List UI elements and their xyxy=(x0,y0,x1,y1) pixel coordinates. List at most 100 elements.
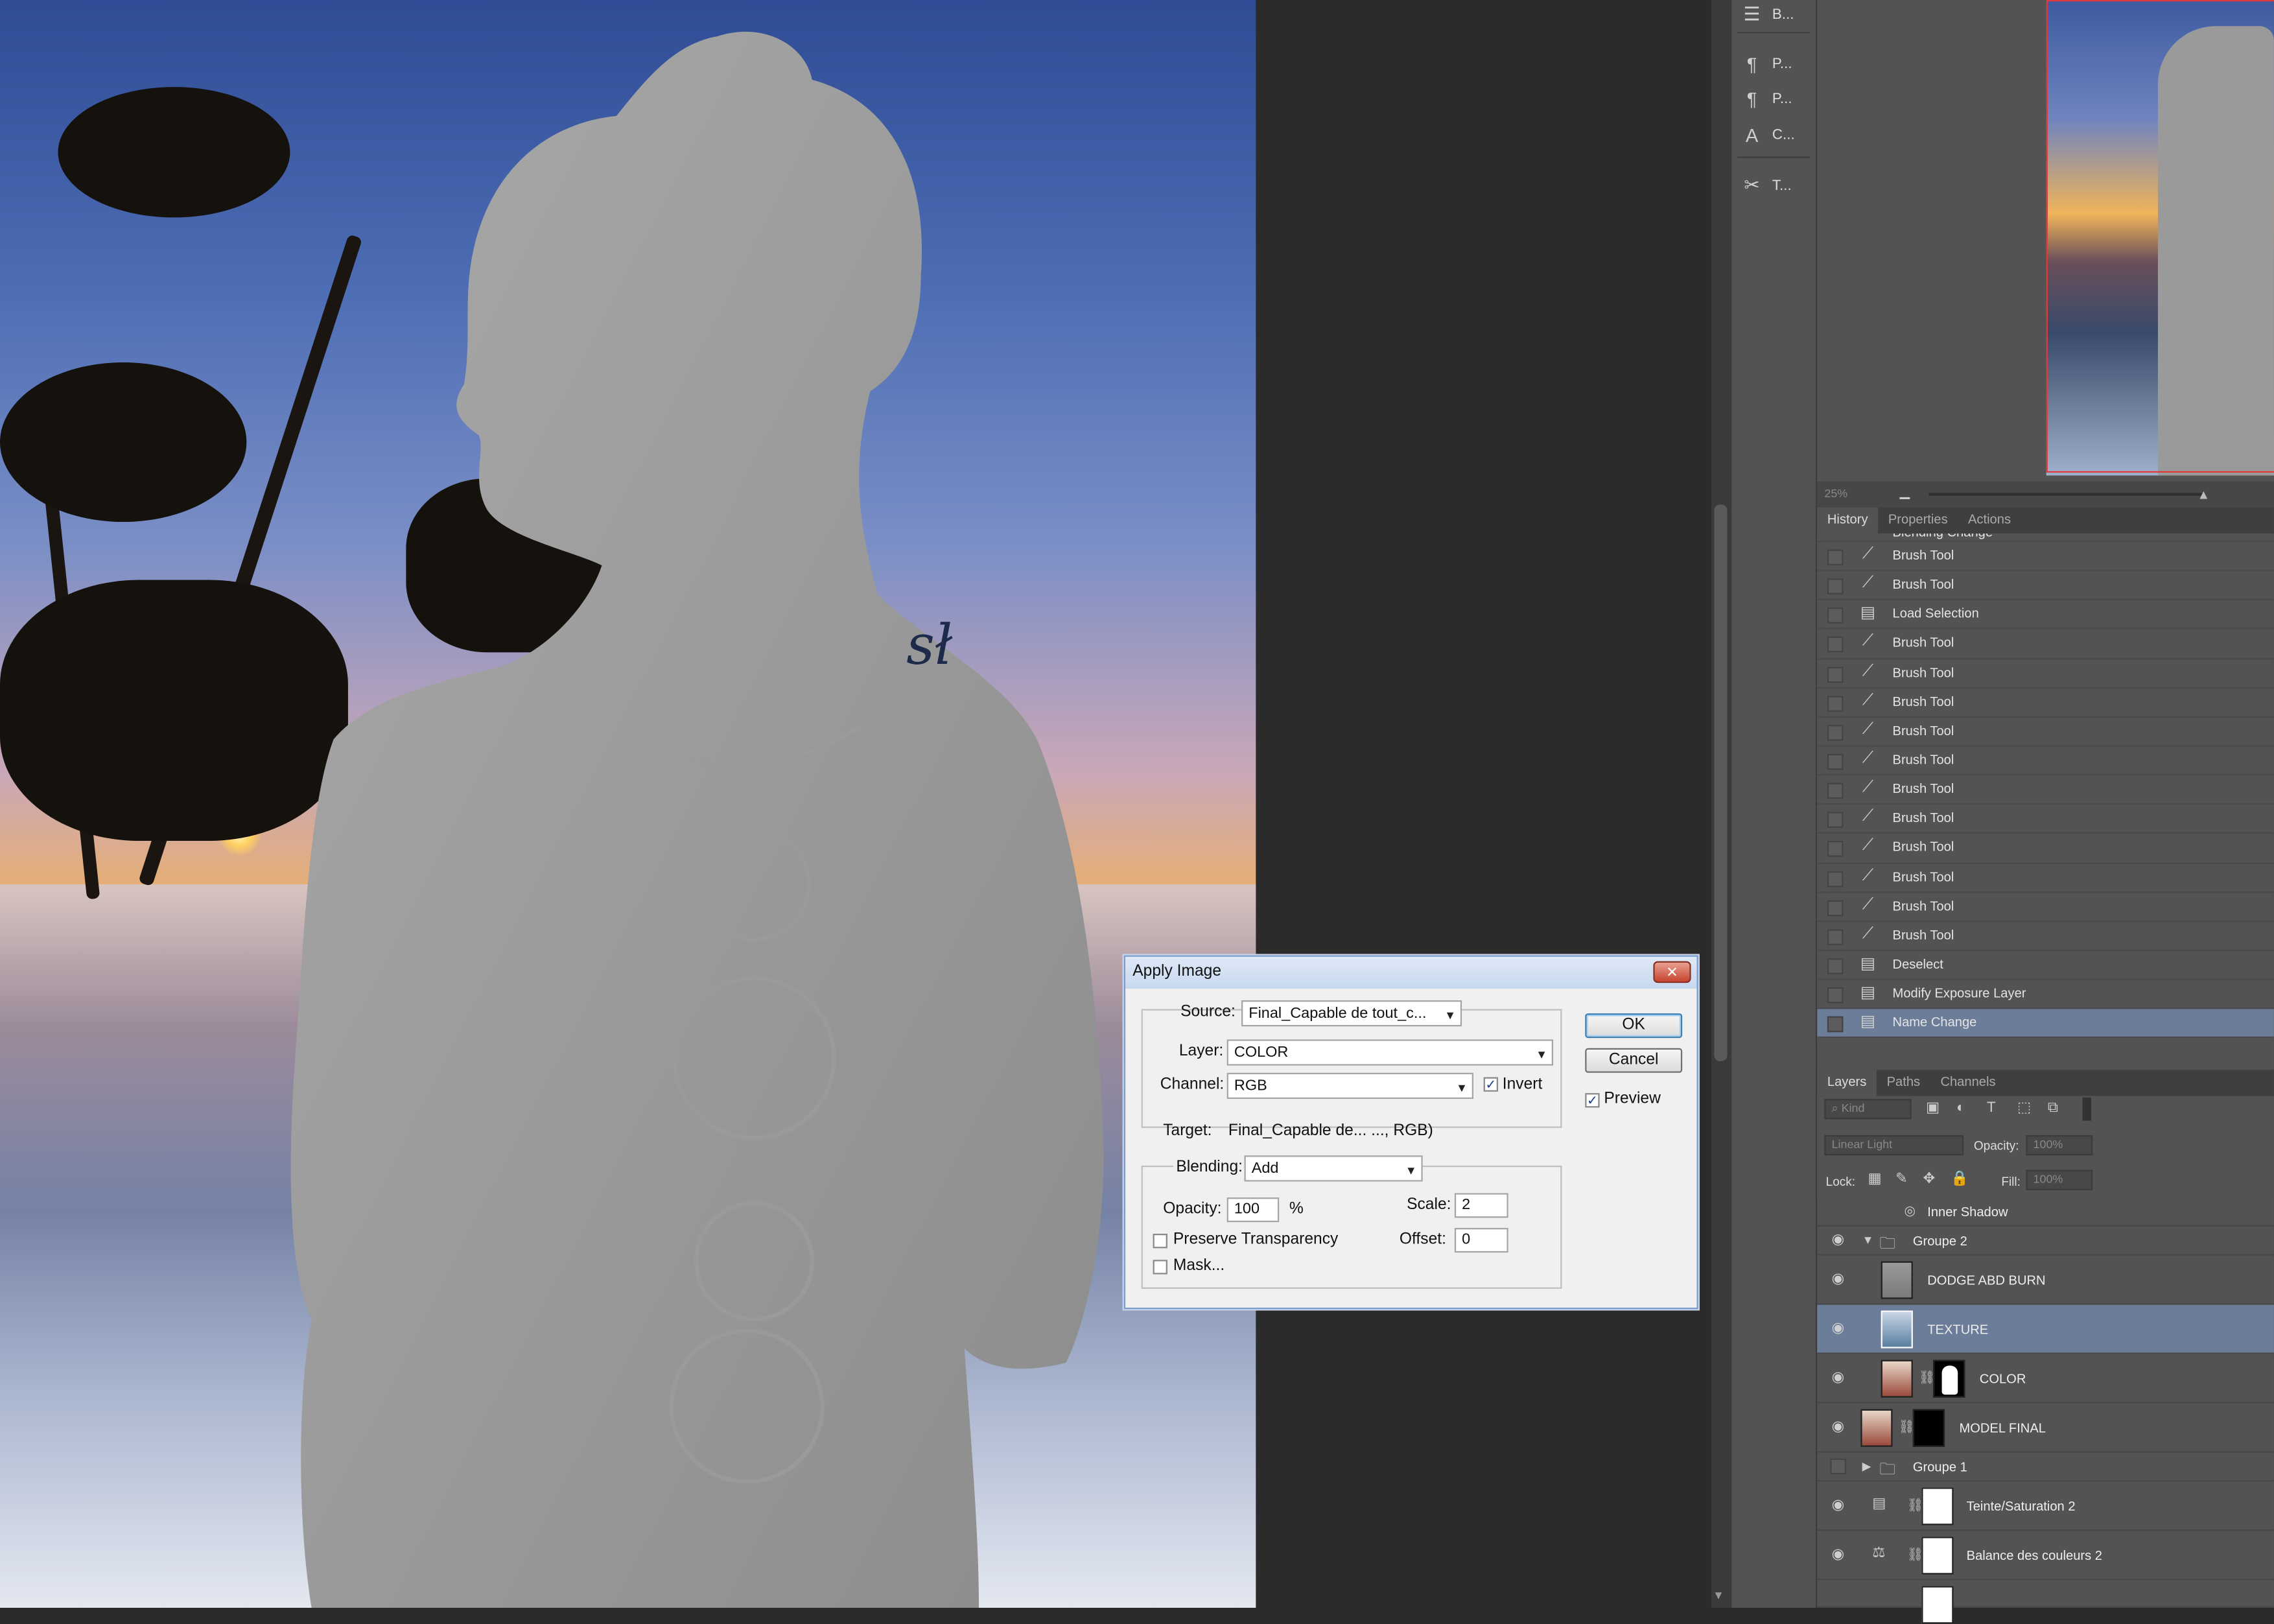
chevron-down-icon[interactable]: ▼ xyxy=(1456,1081,1468,1094)
history-item[interactable]: ▤ Modify Exposure Layer xyxy=(1817,980,2274,1009)
scrollbar-thumb[interactable] xyxy=(1714,504,1728,1061)
zoom-slider-knob[interactable]: ▲ xyxy=(2197,487,2210,501)
eye-icon[interactable]: ◉ xyxy=(1832,1271,1845,1288)
snapshot-source-checkbox[interactable] xyxy=(1827,549,1844,566)
filter-shape-icon[interactable]: ⬚ xyxy=(2017,1100,2031,1116)
layer-fill-field[interactable]: 100% xyxy=(2026,1170,2093,1190)
history-item[interactable]: ⟋ Brush Tool xyxy=(1817,630,2274,659)
history-item[interactable]: ▤ Name Change xyxy=(1817,1009,2274,1039)
dialog-titlebar[interactable]: Apply Image ✕ xyxy=(1125,956,1697,989)
eye-icon[interactable]: ◉ xyxy=(1832,1232,1845,1249)
eye-icon[interactable]: ◉ xyxy=(1832,1547,1845,1563)
layer-row-color[interactable]: ◉ ⛓ COLOR xyxy=(1817,1354,2274,1404)
layer-row-balance-couleurs[interactable]: ◉ ⚖ ⛓ Balance des couleurs 2 xyxy=(1817,1531,2274,1581)
layer-mask-thumbnail[interactable] xyxy=(1921,1586,1954,1624)
preserve-transparency-checkbox[interactable] xyxy=(1153,1234,1167,1249)
layer-row-groupe-1[interactable]: ▶ 🗀 Groupe 1 xyxy=(1817,1453,2274,1482)
snapshot-source-checkbox[interactable] xyxy=(1827,870,1844,887)
source-select[interactable]: Final_Capable de tout_c... xyxy=(1241,1000,1462,1027)
chevron-down-icon[interactable]: ▼ xyxy=(1444,1009,1456,1022)
offset-input[interactable]: 0 xyxy=(1454,1228,1508,1253)
snapshot-source-checkbox[interactable] xyxy=(1827,812,1844,829)
lock-transparent-icon[interactable]: ▦ xyxy=(1868,1171,1882,1188)
history-item[interactable]: ⟋ Brush Tool xyxy=(1817,893,2274,922)
snapshot-source-checkbox[interactable] xyxy=(1827,929,1844,945)
history-list[interactable]: Blending Change ⟋ Brush Tool ⟋ Brush Tool ▤ L… xyxy=(1817,533,2274,1044)
layer-select[interactable]: COLOR xyxy=(1226,1039,1554,1066)
zoom-slider[interactable] xyxy=(1928,493,2205,496)
filter-type-icon[interactable]: T xyxy=(1987,1100,1996,1116)
layer-row-texture[interactable]: ◉ TEXTURE xyxy=(1817,1304,2274,1354)
close-icon[interactable]: ✕ xyxy=(1653,961,1691,983)
layer-row-teinte-saturation[interactable]: ◉ ▤ ⛓ Teinte/Saturation 2 xyxy=(1817,1481,2274,1531)
blending-select[interactable]: Add xyxy=(1244,1155,1423,1182)
layer-mask-thumbnail[interactable] xyxy=(1921,1487,1954,1525)
paragraph-styles-panel-button[interactable]: ¶ P... xyxy=(1741,84,1810,113)
filter-smart-object-icon[interactable]: ⧉ xyxy=(2048,1100,2058,1116)
tool-presets-panel-button[interactable]: ✂ T... xyxy=(1741,171,1810,200)
snapshot-source-checkbox[interactable] xyxy=(1827,637,1844,653)
navigator-zoom-value[interactable]: 25% xyxy=(1824,487,1847,500)
chevron-down-icon[interactable]: ▼ xyxy=(1405,1164,1417,1177)
tab-layers[interactable]: Layers xyxy=(1817,1070,1877,1096)
layer-row-groupe-2[interactable]: ◉ ▼ 🗀 Groupe 2 xyxy=(1817,1227,2274,1256)
layer-opacity-field[interactable]: 100% xyxy=(2026,1135,2093,1156)
history-item[interactable]: ⟋ Brush Tool xyxy=(1817,688,2274,718)
snapshot-source-checkbox[interactable] xyxy=(1827,753,1844,770)
eye-icon[interactable]: ◉ xyxy=(1832,1419,1845,1435)
history-item[interactable]: ▤ Load Selection xyxy=(1817,600,2274,630)
history-item[interactable]: ⟋ Brush Tool xyxy=(1817,542,2274,572)
snapshot-source-checkbox[interactable] xyxy=(1827,695,1844,712)
eye-icon[interactable]: ◉ xyxy=(1832,1498,1845,1514)
scroll-down-arrow-icon[interactable]: ▼ xyxy=(1713,1589,1724,1602)
eye-icon[interactable]: ◎ xyxy=(1904,1203,1916,1219)
cancel-button[interactable]: Cancel xyxy=(1585,1048,1683,1073)
tab-properties[interactable]: Properties xyxy=(1878,508,1958,534)
opacity-input[interactable]: 100 xyxy=(1226,1197,1280,1223)
filter-pixel-icon[interactable]: ▣ xyxy=(1926,1100,1940,1116)
snapshot-source-checkbox[interactable] xyxy=(1827,841,1844,858)
layer-mask-thumbnail[interactable] xyxy=(1933,1359,1965,1398)
history-item[interactable]: ⟋ Brush Tool xyxy=(1817,834,2274,864)
snapshot-source-checkbox[interactable] xyxy=(1827,783,1844,799)
layer-row-model-final[interactable]: ◉ ⛓ MODEL FINAL xyxy=(1817,1404,2274,1453)
layer-mask-thumbnail[interactable] xyxy=(1912,1409,1945,1447)
paragraph-panel-button[interactable]: ¶ P... xyxy=(1741,49,1810,78)
invert-checkbox[interactable]: ✓ xyxy=(1483,1077,1499,1092)
character-styles-panel-button[interactable]: A C... xyxy=(1741,121,1810,150)
snapshot-source-checkbox[interactable] xyxy=(1827,1017,1844,1033)
history-item[interactable]: ⟋ Brush Tool xyxy=(1817,747,2274,776)
snapshot-source-checkbox[interactable] xyxy=(1827,958,1844,974)
tab-actions[interactable]: Actions xyxy=(1958,508,2021,534)
navigator-view-box[interactable] xyxy=(2046,0,2274,473)
layer-row-dodge[interactable]: ◉ DODGE ABD BURN xyxy=(1817,1256,2274,1305)
lock-all-icon[interactable]: 🔒 xyxy=(1951,1171,1969,1188)
mask-checkbox[interactable] xyxy=(1153,1260,1167,1275)
history-item[interactable]: ⟋ Brush Tool xyxy=(1817,864,2274,893)
lock-pixels-icon[interactable]: ✎ xyxy=(1895,1171,1908,1188)
snapshot-source-checkbox[interactable] xyxy=(1827,578,1844,595)
history-item[interactable]: ⟋ Brush Tool xyxy=(1817,922,2274,951)
blend-mode-select[interactable]: Linear Light xyxy=(1824,1135,1964,1156)
history-item[interactable]: ⟋ Brush Tool xyxy=(1817,805,2274,834)
tab-paths[interactable]: Paths xyxy=(1877,1070,1930,1096)
history-item[interactable]: Blending Change xyxy=(1817,534,2274,543)
eye-icon[interactable]: ◉ xyxy=(1832,1370,1845,1386)
preview-checkbox[interactable]: ✓ xyxy=(1585,1093,1600,1108)
layer-effect-row[interactable]: ◎ Inner Shadow xyxy=(1817,1201,2274,1227)
layer-row-partial[interactable] xyxy=(1817,1580,2274,1624)
tab-channels[interactable]: Channels xyxy=(1930,1070,2006,1096)
snapshot-source-checkbox[interactable] xyxy=(1827,987,1844,1004)
zoom-out-icon[interactable]: ▁ xyxy=(1900,484,1910,500)
history-item[interactable]: ⟋ Brush Tool xyxy=(1817,659,2274,688)
snapshot-source-checkbox[interactable] xyxy=(1827,607,1844,624)
layer-filter-kind[interactable]: ⌕ Kind xyxy=(1824,1099,1912,1120)
ok-button[interactable]: OK xyxy=(1585,1013,1683,1039)
scale-input[interactable]: 2 xyxy=(1454,1193,1508,1218)
chevron-down-icon[interactable]: ▼ xyxy=(1862,1234,1874,1247)
filter-toggle-icon[interactable] xyxy=(2082,1097,2092,1121)
lock-position-icon[interactable]: ✥ xyxy=(1923,1171,1936,1188)
chevron-down-icon[interactable]: ▼ xyxy=(1536,1048,1547,1061)
channel-select[interactable]: RGB xyxy=(1226,1072,1473,1100)
visibility-off-box[interactable] xyxy=(1830,1458,1846,1475)
